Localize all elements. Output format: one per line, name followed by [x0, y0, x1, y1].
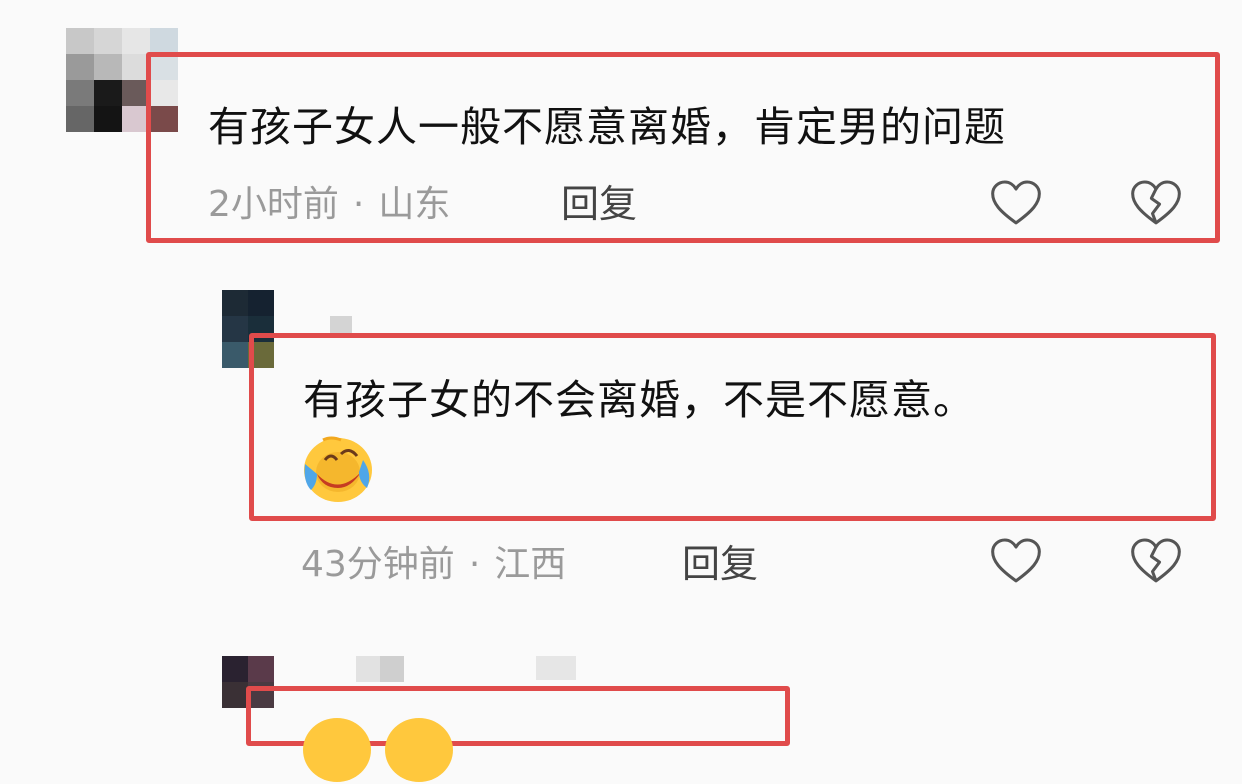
- broken-heart-icon[interactable]: [1128, 175, 1184, 231]
- comment-meta: 2小时前 · 山东: [208, 187, 450, 223]
- reply-button[interactable]: 回复: [682, 545, 758, 583]
- comment-meta: 43分钟前 · 江西: [301, 547, 566, 583]
- broken-heart-icon[interactable]: [1128, 533, 1184, 589]
- heart-outline-icon[interactable]: [988, 175, 1044, 231]
- reply-button[interactable]: 回复: [561, 185, 637, 223]
- comment-time: 43分钟前: [301, 544, 455, 585]
- laughing-crying-emoji: [300, 714, 374, 784]
- comment-time: 2小时前: [208, 184, 339, 225]
- laughing-crying-emoji: [382, 714, 456, 784]
- laughing-crying-emoji: [301, 434, 375, 504]
- username-mosaic: [330, 316, 352, 334]
- separator: ·: [352, 184, 365, 225]
- username-mosaic: [380, 656, 404, 682]
- comment-location: 江西: [494, 544, 567, 585]
- highlight-box: [249, 333, 1216, 521]
- heart-outline-icon[interactable]: [988, 533, 1044, 589]
- username-mosaic: [536, 656, 576, 680]
- comment-location: 山东: [378, 184, 451, 225]
- comment-text: 有孩子女人一般不愿意离婚，肯定男的问题: [208, 103, 1006, 151]
- comment-text: 有孩子女的不会离婚，不是不愿意。: [303, 376, 975, 424]
- separator: ·: [468, 544, 481, 585]
